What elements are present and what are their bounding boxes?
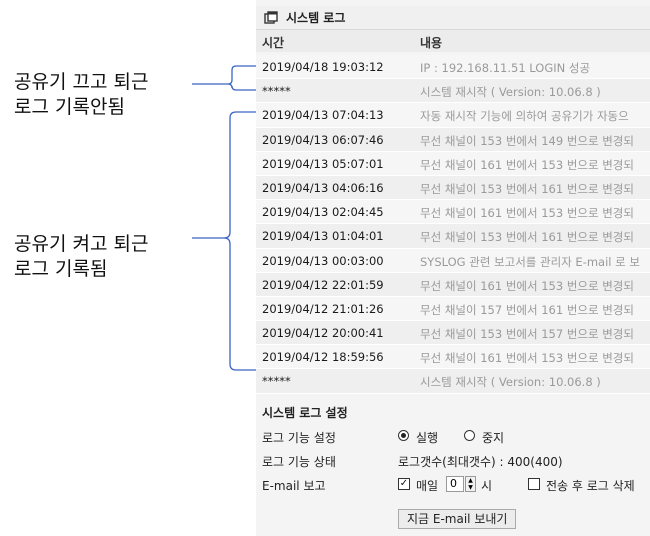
log-row: 2019/04/13 02:04:45 무선 채널이 161 번에서 153 번으… bbox=[256, 200, 650, 225]
log-content: SYSLOG 관련 보고서를 관리자 E-mail 로 보 bbox=[420, 254, 640, 269]
hour-input[interactable]: 0 bbox=[446, 476, 464, 492]
log-status-label: 로그 기능 상태 bbox=[262, 455, 336, 469]
email-report-label: E-mail 보고 bbox=[262, 479, 326, 493]
daily-checkbox[interactable]: ✓ bbox=[398, 478, 410, 490]
log-content: 무선 채널이 153 번에서 157 번으로 변경되 bbox=[420, 327, 634, 342]
log-content: 무선 채널이 157 번에서 161 번으로 변경되 bbox=[420, 302, 634, 317]
hour-spinner[interactable]: ▲ ▼ bbox=[465, 476, 476, 492]
log-table-header: 시간 내용 bbox=[256, 30, 650, 52]
log-content: 자동 재시작 기능에 의하여 공유기가 자동으 bbox=[420, 109, 629, 124]
log-row: ***** 시스템 재시작 ( Version: 10.06.8 ) bbox=[256, 79, 650, 104]
log-row: ***** 시스템 재시작 ( Version: 10.06.8 ) bbox=[256, 369, 650, 394]
log-row: 2019/04/13 00:03:00 SYSLOG 관련 보고서를 관리자 E-… bbox=[256, 248, 650, 273]
settings-title: 시스템 로그 설정 bbox=[262, 406, 348, 420]
log-time: 2019/04/13 07:04:13 bbox=[262, 108, 384, 123]
log-row: 2019/04/13 01:04:01 무선 채널이 153 번에서 161 번으… bbox=[256, 224, 650, 249]
log-row: 2019/04/18 19:03:12 IP : 192.168.11.51 LO… bbox=[256, 55, 650, 80]
log-time: 2019/04/12 20:00:41 bbox=[262, 326, 384, 341]
log-row: 2019/04/12 21:01:26 무선 채널이 157 번에서 161 번으… bbox=[256, 296, 650, 322]
stop-option-label: 중지 bbox=[482, 431, 505, 445]
log-status-value: 로그갯수(최대갯수) : 400(400) bbox=[398, 455, 563, 469]
log-time: 2019/04/13 01:04:01 bbox=[262, 229, 384, 244]
annotation-brackets bbox=[192, 65, 258, 371]
log-time: 2019/04/13 04:06:16 bbox=[262, 180, 384, 195]
bracket-large bbox=[192, 111, 258, 371]
log-content: 시스템 재시작 ( Version: 10.06.8 ) bbox=[420, 375, 601, 390]
log-content: 무선 채널이 161 번에서 153 번으로 변경되 bbox=[420, 351, 634, 366]
log-time: 2019/04/12 21:01:26 bbox=[262, 301, 384, 316]
column-content: 내용 bbox=[420, 36, 443, 50]
column-time: 시간 bbox=[262, 36, 285, 50]
log-row: 2019/04/12 20:00:41 무선 채널이 153 번에서 157 번으… bbox=[256, 321, 650, 346]
log-row: 2019/04/13 07:04:13 자동 재시작 기능에 의하여 공유기가 자… bbox=[256, 103, 650, 128]
daily-label: 매일 bbox=[416, 479, 439, 493]
log-content: 무선 채널이 161 번에서 153 번으로 변경되 bbox=[420, 278, 634, 293]
hour-unit-label: 시 bbox=[481, 479, 493, 493]
bracket-small bbox=[192, 65, 258, 91]
run-radio[interactable] bbox=[398, 430, 409, 441]
log-content: IP : 192.168.11.51 LOGIN 성공 bbox=[420, 61, 591, 75]
log-function-label: 로그 기능 설정 bbox=[262, 431, 336, 445]
delete-after-send-label: 전송 후 로그 삭제 bbox=[546, 479, 635, 493]
log-time: ***** bbox=[262, 374, 291, 389]
system-log-panel: 시스템 로그 시간 내용 2019/04/18 19:03:12 IP : 192… bbox=[256, 0, 650, 536]
log-time: 2019/04/13 06:07:46 bbox=[262, 132, 384, 147]
log-time: ***** bbox=[262, 84, 291, 99]
stop-radio[interactable] bbox=[464, 430, 475, 441]
log-row: 2019/04/12 18:59:56 무선 채널이 161 번에서 153 번으… bbox=[256, 345, 650, 370]
run-option-label: 실행 bbox=[416, 431, 439, 445]
log-content: 무선 채널이 153 번에서 161 번으로 변경되 bbox=[420, 230, 634, 245]
log-row: 2019/04/13 06:07:46 무선 채널이 153 번에서 149 번으… bbox=[256, 127, 650, 152]
log-time: 2019/04/13 00:03:00 bbox=[262, 253, 384, 268]
log-content: 무선 채널이 153 번에서 149 번으로 변경되 bbox=[420, 133, 634, 148]
window-icon bbox=[264, 10, 278, 29]
log-content: 시스템 재시작 ( Version: 10.06.8 ) bbox=[420, 85, 601, 100]
log-content: 무선 채널이 153 번에서 161 번으로 변경되 bbox=[420, 181, 634, 196]
log-row: 2019/04/13 05:07:01 무선 채널이 161 번에서 153 번으… bbox=[256, 151, 650, 176]
log-row: 2019/04/12 22:01:59 무선 채널이 161 번에서 153 번으… bbox=[256, 272, 650, 297]
delete-after-send-checkbox[interactable] bbox=[528, 478, 540, 490]
log-content: 무선 채널이 161 번에서 153 번으로 변경되 bbox=[420, 157, 634, 172]
panel-title: 시스템 로그 bbox=[286, 11, 346, 25]
log-settings: 시스템 로그 설정 로그 기능 설정 실행 중지 로그 기능 상태 로그갯수(최… bbox=[256, 398, 650, 536]
log-time: 2019/04/18 19:03:12 bbox=[262, 60, 384, 74]
send-email-now-button[interactable]: 지금 E-mail 보내기 bbox=[398, 509, 517, 529]
log-content: 무선 채널이 161 번에서 153 번으로 변경되 bbox=[420, 206, 634, 221]
log-row: 2019/04/13 04:06:16 무선 채널이 153 번에서 161 번으… bbox=[256, 175, 650, 201]
log-time: 2019/04/13 02:04:45 bbox=[262, 205, 384, 220]
log-time: 2019/04/13 05:07:01 bbox=[262, 156, 384, 171]
log-table: 2019/04/18 19:03:12 IP : 192.168.11.51 LO… bbox=[256, 55, 650, 394]
panel-header: 시스템 로그 bbox=[256, 6, 650, 30]
log-time: 2019/04/12 18:59:56 bbox=[262, 350, 384, 365]
log-time: 2019/04/12 22:01:59 bbox=[262, 277, 384, 292]
